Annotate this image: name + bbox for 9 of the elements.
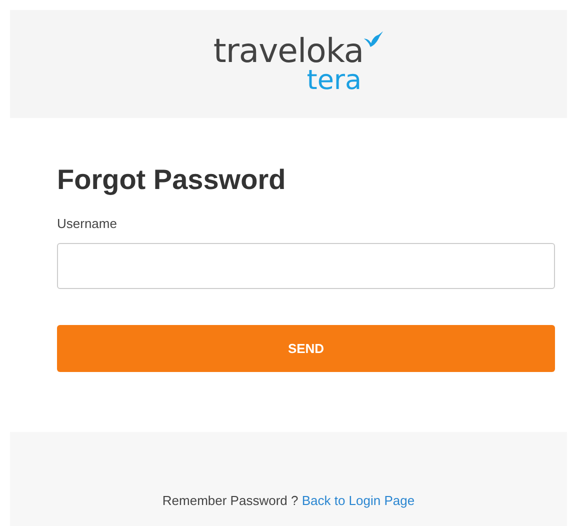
username-field[interactable] [57, 243, 555, 289]
bird-icon [362, 30, 384, 49]
footer-text: Remember Password ? Back to Login Page [162, 493, 415, 508]
product-name: tera [306, 67, 362, 94]
send-button[interactable]: SEND [57, 325, 555, 372]
page-title: Forgot Password [57, 164, 287, 196]
brand-name: traveloka [213, 34, 364, 67]
field-label: Username [57, 216, 118, 231]
login-link[interactable]: Back to Login Page [302, 493, 415, 508]
